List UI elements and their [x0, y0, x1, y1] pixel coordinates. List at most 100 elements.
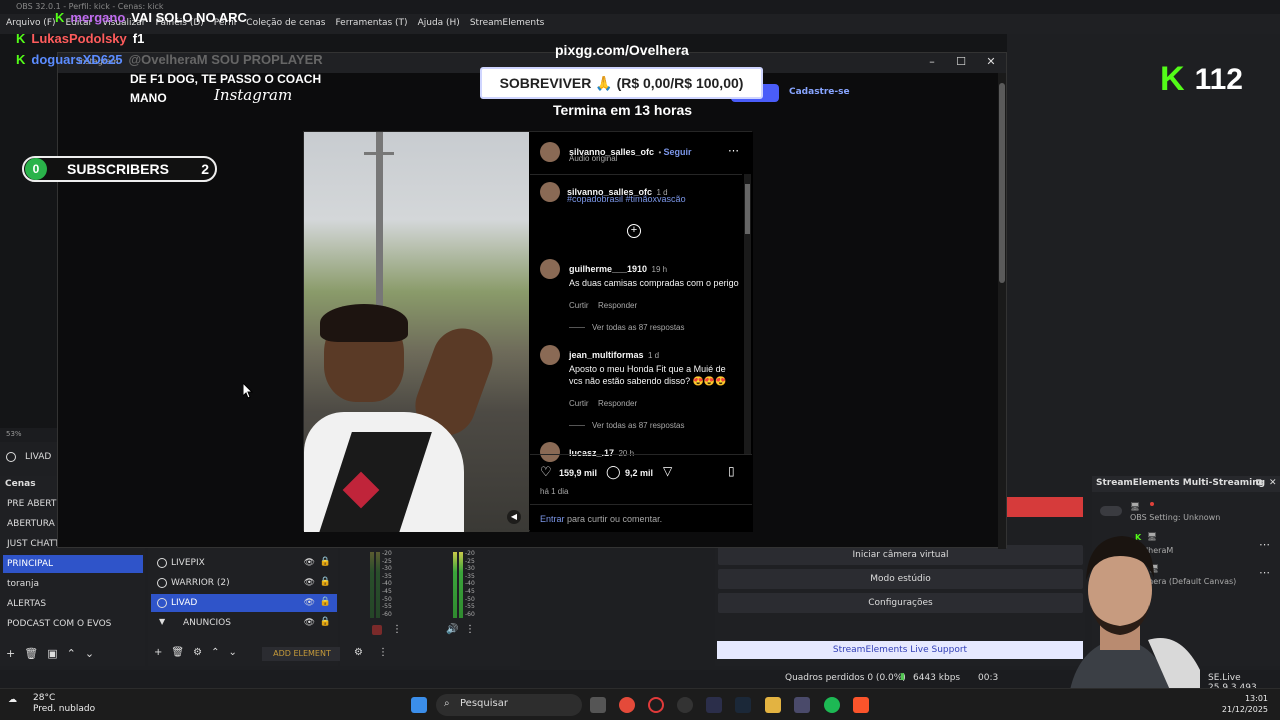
close-icon[interactable]: ✕ [1269, 478, 1277, 488]
mixer-menu-icon[interactable]: ⋮ [378, 647, 388, 658]
like-comment-link[interactable]: Curtir [569, 301, 589, 310]
muted-speaker-icon[interactable] [372, 625, 382, 635]
follow-link[interactable]: Seguir [664, 147, 692, 157]
comment-user[interactable]: guilherme___1910 [569, 264, 647, 274]
scene-item-active[interactable]: PRINCIPAL [3, 555, 143, 573]
source-item[interactable]: WARRIOR (2) 👁 🔒 [151, 574, 337, 592]
db-scale: -20 -25 -30 -35 -40 -45 -50 -55 -60 [465, 550, 475, 618]
lock-icon[interactable]: 🔒 [320, 557, 331, 567]
person-hair [320, 304, 408, 342]
source-item[interactable]: LIVEPIX 👁 🔒 [151, 554, 337, 572]
audio-label[interactable]: Áudio original [569, 154, 617, 163]
comments-scroll-thumb[interactable] [745, 184, 750, 234]
eye-icon[interactable]: 👁 [304, 558, 315, 568]
file-explorer-icon[interactable] [765, 697, 781, 713]
comment-user[interactable]: lucasz_.17 [569, 448, 614, 458]
eye-icon[interactable]: 👁 [304, 618, 315, 628]
avatar[interactable] [540, 259, 560, 279]
login-link[interactable]: Entrar [540, 514, 565, 524]
source-group[interactable]: ▼ ANUNCIOS 👁 🔒 [151, 614, 337, 632]
se-live-support-button[interactable]: StreamElements Live Support [717, 641, 1083, 659]
avatar[interactable] [540, 345, 560, 365]
trash-icon[interactable]: 🗑 [171, 647, 193, 658]
avatar[interactable] [540, 442, 560, 462]
spotify-icon[interactable] [824, 697, 840, 713]
chrome-icon[interactable] [619, 697, 635, 713]
mute-icon[interactable]: ◀ [507, 510, 521, 524]
opera-icon[interactable] [648, 697, 664, 713]
scene-item[interactable]: ALERTAS [3, 595, 143, 613]
more-options-icon[interactable]: ⋯ [728, 144, 739, 157]
steam-icon[interactable] [735, 697, 751, 713]
windows-start-icon[interactable] [411, 697, 427, 713]
lock-icon[interactable]: 🔒 [320, 617, 331, 627]
close-icon[interactable]: ✕ [977, 55, 1005, 68]
mixer-menu-icon[interactable]: ⋮ [392, 624, 402, 635]
lock-icon[interactable]: 🔒 [320, 577, 331, 587]
obs-icon[interactable] [677, 697, 693, 713]
add-icon[interactable]: + [154, 647, 171, 658]
filter-icon[interactable]: ▣ [47, 647, 66, 660]
save-icon[interactable]: ▯ [728, 464, 735, 478]
caption-tags[interactable]: #copadobrasil #timãoxvascão [567, 194, 686, 204]
browser-scroll-thumb[interactable] [999, 83, 1005, 283]
reply-link[interactable]: Responder [598, 301, 637, 310]
virtual-camera-button[interactable]: Iniciar câmera virtual [718, 545, 1083, 565]
add-icon[interactable]: + [6, 647, 24, 660]
more-options-icon[interactable]: ⋯ [1259, 538, 1270, 551]
eye-icon[interactable]: 👁 [304, 578, 315, 588]
move-up-icon[interactable]: ⌃ [211, 647, 228, 658]
comment-user[interactable]: jean_multiformas [569, 350, 644, 360]
settings-button[interactable]: Configurações [718, 593, 1083, 613]
app-icon[interactable] [794, 697, 810, 713]
move-up-icon[interactable]: ⌃ [67, 647, 85, 660]
scene-item[interactable]: PODCAST COM O EVOS [3, 615, 143, 633]
comment-icon[interactable]: ◯ [606, 464, 621, 480]
thread-line [569, 327, 585, 328]
reply-link[interactable]: Responder [598, 399, 637, 408]
more-options-icon[interactable]: ⋯ [1259, 566, 1270, 579]
add-element-button[interactable]: ADD ELEMENT [262, 647, 342, 661]
undock-icon[interactable]: ⧉ [1256, 478, 1262, 488]
stop-stream-button[interactable] [1007, 497, 1083, 517]
avatar[interactable] [540, 142, 560, 162]
source-item-active[interactable]: LIVAD 👁 🔒 [151, 594, 337, 612]
lock-icon[interactable]: 🔒 [320, 597, 331, 607]
like-icon[interactable]: ♡ [540, 464, 552, 480]
speaker-icon[interactable]: 🔊 [446, 624, 458, 635]
db-tick: -35 [382, 572, 392, 580]
scene-item[interactable]: toranja [3, 575, 143, 593]
move-down-icon[interactable]: ⌄ [228, 647, 245, 658]
post-video[interactable]: ◀ [304, 132, 529, 532]
load-more-icon[interactable]: + [627, 224, 641, 238]
view-replies-link[interactable]: Ver todas as 87 respostas [592, 421, 685, 430]
expand-arrow-icon[interactable]: ▼ [159, 617, 165, 626]
stream-time: 00:3 [978, 673, 999, 683]
share-icon[interactable]: ▽ [663, 464, 672, 478]
brave-icon[interactable] [853, 697, 869, 713]
menu-streamelements[interactable]: StreamElements [470, 18, 545, 30]
taskbar-clock[interactable]: 13:01 21/12/2025 [1222, 693, 1268, 715]
minimize-icon[interactable]: – [918, 55, 946, 68]
instagram-browser-window[interactable]: Instagram – ☐ ✕ Cadastre-se ◀ silvanno_s… [57, 52, 1007, 549]
move-down-icon[interactable]: ⌄ [85, 647, 103, 660]
toggle-switch[interactable] [1100, 506, 1122, 516]
browser-source-icon [6, 452, 16, 462]
avatar[interactable] [540, 182, 560, 202]
like-comment-link[interactable]: Curtir [569, 399, 589, 408]
view-replies-link[interactable]: Ver todas as 87 respostas [592, 323, 685, 332]
weather-widget[interactable]: ☁ 28°C Pred. nublado [8, 693, 95, 715]
maximize-icon[interactable]: ☐ [947, 55, 975, 68]
app-icon[interactable] [706, 697, 722, 713]
mixer-settings-icon[interactable]: ⚙ [354, 647, 363, 658]
mixer-menu-icon[interactable]: ⋮ [465, 624, 475, 635]
task-view-icon[interactable] [590, 697, 606, 713]
signup-link[interactable]: Cadastre-se [789, 87, 850, 97]
taskbar-search[interactable]: ⌕ Pesquisar [436, 694, 582, 716]
zoom-level[interactable]: 53% [6, 430, 22, 438]
gear-icon[interactable]: ⚙ [193, 647, 211, 658]
eye-icon[interactable]: 👁 [304, 598, 315, 608]
studio-mode-button[interactable]: Modo estúdio [718, 569, 1083, 589]
audio-meter [453, 552, 457, 618]
trash-icon[interactable]: 🗑 [24, 647, 47, 660]
